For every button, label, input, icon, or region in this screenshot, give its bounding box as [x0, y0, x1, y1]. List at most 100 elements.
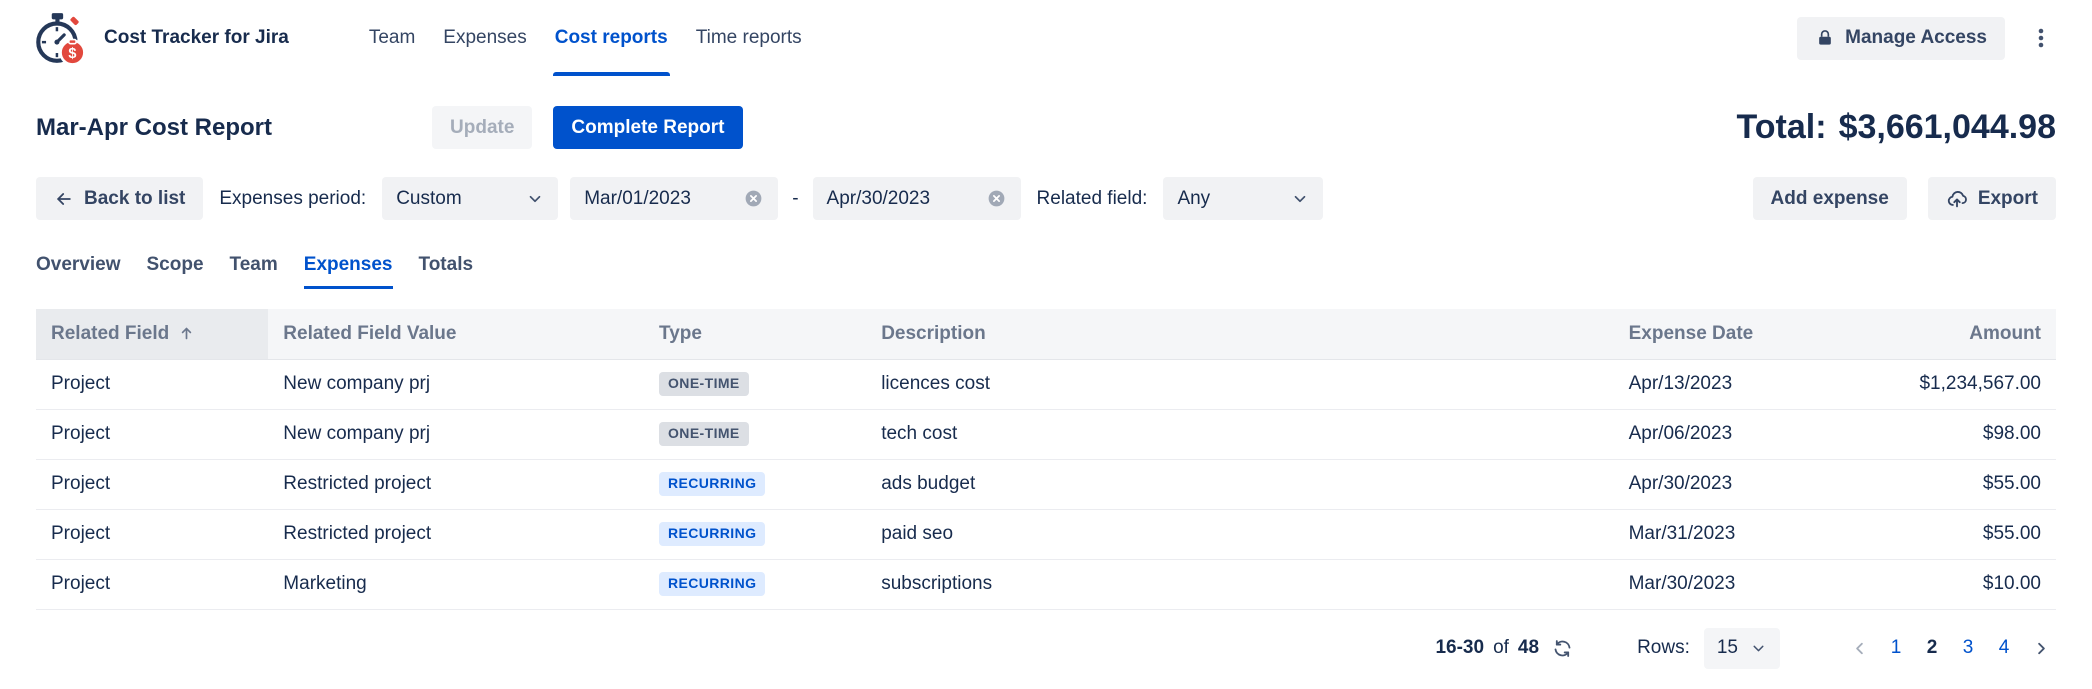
cell-related-field-value: Restricted project — [268, 509, 644, 559]
filter-right-actions: Add expense Export — [1753, 177, 2056, 220]
type-badge: RECURRING — [659, 572, 765, 595]
date-to-input[interactable]: Apr/30/2023 — [813, 177, 1021, 220]
date-to-value: Apr/30/2023 — [827, 188, 931, 210]
column-header-related-field-value[interactable]: Related Field Value — [268, 309, 644, 359]
filter-bar: Back to list Expenses period: Custom Mar… — [0, 177, 2092, 220]
report-header: Mar-Apr Cost Report Update Complete Repo… — [0, 106, 2092, 149]
rows-per-page-select[interactable]: 15 — [1704, 628, 1780, 669]
nav-item-label: Expenses — [443, 27, 526, 49]
page-2[interactable]: 2 — [1918, 631, 1946, 665]
cell-description: tech cost — [866, 409, 1613, 459]
tab-expenses[interactable]: Expenses — [304, 254, 393, 289]
topbar-actions: Manage Access — [1797, 17, 2062, 60]
manage-access-label: Manage Access — [1845, 27, 1987, 49]
page-1[interactable]: 1 — [1882, 631, 1910, 665]
column-header-description[interactable]: Description — [866, 309, 1613, 359]
rows-label: Rows: — [1637, 637, 1690, 659]
type-badge: RECURRING — [659, 472, 765, 495]
manage-access-button[interactable]: Manage Access — [1797, 17, 2005, 60]
column-header-expense-date[interactable]: Expense Date — [1614, 309, 1877, 359]
add-expense-button[interactable]: Add expense — [1753, 177, 1907, 220]
range-value: 16-30 — [1435, 637, 1484, 659]
top-bar: $ Cost Tracker for Jira Team Expenses Co… — [0, 0, 2092, 76]
column-header-related-field[interactable]: Related Field — [36, 309, 268, 359]
period-select[interactable]: Custom — [382, 177, 558, 220]
table-row[interactable]: Project New company prj ONE-TIME tech co… — [36, 409, 2056, 459]
nav-item-cost-reports[interactable]: Cost reports — [541, 0, 682, 76]
table-row[interactable]: Project Marketing RECURRING subscription… — [36, 559, 2056, 609]
app-logo-icon: $ — [30, 9, 88, 67]
cell-related-field-value: Marketing — [268, 559, 644, 609]
nav-item-time-reports[interactable]: Time reports — [682, 0, 816, 76]
date-from-input[interactable]: Mar/01/2023 — [570, 177, 778, 220]
cell-amount: $55.00 — [1876, 459, 2056, 509]
complete-report-button[interactable]: Complete Report — [553, 106, 742, 149]
rows-per-page-value: 15 — [1717, 637, 1738, 659]
report-title: Mar-Apr Cost Report — [36, 114, 272, 142]
type-badge: ONE-TIME — [659, 422, 749, 445]
nav-item-expenses[interactable]: Expenses — [429, 0, 540, 76]
tab-team[interactable]: Team — [230, 254, 278, 289]
table-row[interactable]: Project New company prj ONE-TIME licence… — [36, 359, 2056, 409]
previous-page-icon[interactable] — [1844, 631, 1874, 665]
chevron-down-icon — [1750, 640, 1767, 657]
cell-type: ONE-TIME — [644, 409, 866, 459]
page-3[interactable]: 3 — [1954, 631, 1982, 665]
column-header-amount[interactable]: Amount — [1876, 309, 2056, 359]
related-field-label: Related field: — [1033, 188, 1152, 210]
tab-totals[interactable]: Totals — [419, 254, 474, 289]
table-header-row: Related Field Related Field Value Type D… — [36, 309, 2056, 359]
chevron-down-icon — [1291, 190, 1309, 208]
related-field-select[interactable]: Any — [1163, 177, 1323, 220]
total-label: Total: — [1737, 108, 1827, 147]
cell-amount: $98.00 — [1876, 409, 2056, 459]
cell-amount: $1,234,567.00 — [1876, 359, 2056, 409]
cell-expense-date: Apr/30/2023 — [1614, 459, 1877, 509]
column-header-type[interactable]: Type — [644, 309, 866, 359]
cell-amount: $55.00 — [1876, 509, 2056, 559]
refresh-icon[interactable] — [1552, 638, 1573, 659]
range-total: 48 — [1518, 637, 1539, 659]
cell-type: RECURRING — [644, 559, 866, 609]
cell-type: RECURRING — [644, 459, 866, 509]
cell-related-field-value: New company prj — [268, 359, 644, 409]
nav-item-team[interactable]: Team — [355, 0, 429, 76]
cell-related-field: Project — [36, 409, 268, 459]
type-badge: RECURRING — [659, 522, 765, 545]
svg-text:$: $ — [68, 46, 76, 62]
cell-related-field-value: New company prj — [268, 409, 644, 459]
period-select-value: Custom — [396, 188, 461, 210]
cell-type: ONE-TIME — [644, 359, 866, 409]
lock-icon — [1815, 28, 1835, 48]
clear-date-from-icon[interactable] — [743, 188, 764, 209]
table-footer: 16-30 of 48 Rows: 15 1 2 3 4 — [0, 628, 2092, 669]
cell-description: subscriptions — [866, 559, 1613, 609]
arrow-left-icon — [54, 189, 74, 209]
tab-overview[interactable]: Overview — [36, 254, 121, 289]
clear-date-to-icon[interactable] — [986, 188, 1007, 209]
cell-related-field: Project — [36, 559, 268, 609]
tab-scope[interactable]: Scope — [147, 254, 204, 289]
table-row[interactable]: Project Restricted project RECURRING ads… — [36, 459, 2056, 509]
page-4[interactable]: 4 — [1990, 631, 2018, 665]
nav-item-label: Team — [369, 27, 415, 49]
top-nav: Team Expenses Cost reports Time reports — [355, 0, 816, 76]
cell-amount: $10.00 — [1876, 559, 2056, 609]
more-options-button[interactable] — [2019, 17, 2062, 60]
date-from-value: Mar/01/2023 — [584, 188, 691, 210]
table-row[interactable]: Project Restricted project RECURRING pai… — [36, 509, 2056, 559]
next-page-icon[interactable] — [2026, 631, 2056, 665]
cell-related-field-value: Restricted project — [268, 459, 644, 509]
export-button[interactable]: Export — [1928, 177, 2056, 220]
rows-per-page: Rows: 15 — [1637, 628, 1780, 669]
chevron-down-icon — [526, 190, 544, 208]
nav-item-label: Cost reports — [555, 27, 668, 49]
back-to-list-label: Back to list — [84, 188, 185, 210]
period-label: Expenses period: — [215, 188, 370, 210]
back-to-list-button[interactable]: Back to list — [36, 177, 203, 220]
export-cloud-icon — [1946, 188, 1968, 210]
column-header-label: Related Field — [51, 323, 169, 345]
report-total: Total: $3,661,044.98 — [1737, 108, 2056, 147]
cell-related-field: Project — [36, 459, 268, 509]
update-button[interactable]: Update — [432, 106, 532, 149]
